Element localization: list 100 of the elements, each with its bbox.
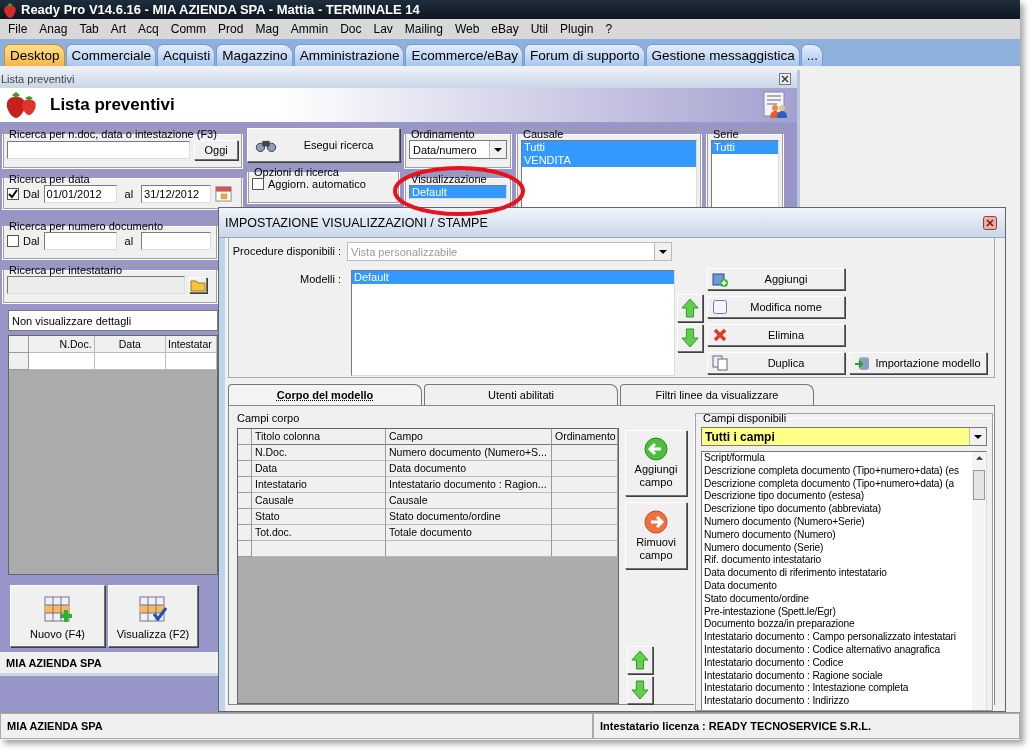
page-title: Lista preventivi [50, 95, 176, 115]
status-company: MIA AZIENDA SPA [0, 713, 593, 739]
menu-item[interactable]: Art [104, 22, 133, 36]
caret-icon [494, 147, 502, 152]
menu-item[interactable]: Prod [212, 22, 250, 36]
list-item[interactable]: Rif. documento intestatario [704, 554, 972, 568]
move-down-button[interactable] [677, 324, 703, 352]
checkbox[interactable] [252, 178, 264, 190]
module-tab[interactable]: Ecommerce/eBay [405, 44, 523, 66]
group-label: Ricerca per intestatario [8, 264, 124, 276]
list-item[interactable]: Descrizione tipo documento (estesa) [704, 490, 972, 504]
duplicate-button[interactable]: Duplica [707, 352, 845, 374]
menu-item[interactable]: Mailing [398, 22, 449, 36]
list-item[interactable]: Intestatario documento : Ragione sociale [704, 669, 972, 683]
section-label: Campi corpo [237, 412, 301, 424]
group-label: Opzioni di ricerca [253, 166, 340, 178]
dialog-tab[interactable]: Utenti abilitati [424, 384, 618, 405]
close-icon[interactable] [983, 215, 997, 230]
module-tab[interactable]: ... [800, 44, 824, 66]
module-tab[interactable]: Commerciale [65, 44, 157, 66]
menu-item[interactable]: ? [599, 22, 619, 36]
browse-button[interactable] [189, 277, 207, 293]
list-item[interactable]: Data documento di riferimento intestatario [704, 567, 972, 580]
module-tab[interactable]: Acquisti [157, 44, 216, 66]
module-tab[interactable]: Gestione messaggistica [645, 44, 800, 66]
calendar-icon[interactable] [215, 185, 233, 203]
menu-item[interactable]: Comm [164, 22, 213, 36]
menu-item[interactable]: eBay [485, 22, 525, 36]
close-icon[interactable] [779, 73, 791, 85]
new-button[interactable]: Nuovo (F4) [10, 585, 105, 647]
procedure-label: Procedure disponibili : [231, 244, 342, 259]
add-button[interactable]: Aggiungi [707, 268, 845, 290]
menu-item[interactable]: Tab [73, 22, 105, 36]
menu-item[interactable]: Acq [132, 22, 165, 36]
module-tab[interactable]: Desktop [4, 44, 65, 66]
list-item[interactable]: Descrizione completa documento (Tipo+numero+data) (a [704, 477, 972, 491]
from-label: Dal [23, 235, 40, 247]
list-item[interactable]: Descrizione tipo documento (abbreviata) [704, 503, 972, 516]
list-item[interactable]: Numero documento (Serie) [704, 541, 972, 555]
checkbox-label: Aggiorn. automatico [268, 178, 366, 190]
list-item[interactable]: Numero documento (Numero) [704, 528, 972, 542]
to-number-field[interactable] [141, 232, 212, 250]
view-button[interactable]: Visualizza (F2) [108, 585, 198, 647]
dialog-tab[interactable]: Corpo del modello [228, 384, 422, 405]
menu-item[interactable]: Lav [367, 22, 399, 36]
module-tab[interactable]: Amministrazione [293, 44, 405, 66]
scrollbar[interactable] [972, 452, 986, 711]
folder-icon [190, 278, 206, 292]
binoculars-icon [254, 138, 278, 152]
search-field[interactable] [7, 141, 191, 159]
table-cell [166, 353, 217, 370]
list-item[interactable]: Pre-intestazione (Spett.le/Egr) [704, 605, 972, 619]
menu-item[interactable]: Web [448, 22, 486, 36]
menu-item[interactable]: Mag [249, 22, 285, 36]
list-item[interactable]: Intestatario documento : Codice [704, 656, 972, 670]
list-item[interactable]: Documento bozza/in preparazione [704, 618, 972, 632]
search-button[interactable]: Esegui ricerca [247, 128, 400, 162]
dialog-tab[interactable]: Filtri linee da visualizzare [620, 384, 814, 405]
checkbox[interactable] [7, 187, 19, 200]
move-up-button[interactable] [627, 646, 653, 675]
list-item[interactable]: Descrizione completa documento (Tipo+numero+data) (es [704, 464, 972, 478]
checkbox[interactable] [7, 235, 19, 247]
row-header [9, 353, 29, 370]
cylinder-arrow-icon [854, 355, 870, 371]
window-caption: Lista preventivi [1, 73, 75, 85]
menu-item[interactable]: Anag [33, 22, 74, 36]
group-label: Visualizzazione [410, 172, 488, 185]
list-item[interactable]: Data documento [704, 579, 972, 593]
list-item[interactable]: Stato documento/ordine [704, 592, 972, 606]
import-button[interactable]: Importazione modello [849, 352, 987, 374]
menu-item[interactable]: File [2, 22, 34, 36]
remove-field-button[interactable]: Rimuovi campo [625, 502, 687, 569]
delete-button[interactable]: Elimina [707, 324, 845, 346]
move-up-button[interactable] [677, 294, 703, 322]
filter-dropdown[interactable]: Tutti i campi [701, 427, 987, 446]
report-people-icon[interactable] [763, 91, 789, 119]
today-button[interactable]: Oggi [194, 140, 238, 160]
grid-check-icon [139, 596, 167, 624]
menu-item[interactable]: Doc [334, 22, 368, 36]
list-item[interactable]: Intestatario documento : Campo personalizzato intestatari [704, 631, 972, 644]
module-tab[interactable]: Magazzino [216, 44, 293, 66]
up-arrow-icon [631, 650, 649, 671]
list-item[interactable]: Intestatario documento : Codice alternativo anagrafica [704, 643, 972, 657]
menu-item[interactable]: Util [524, 22, 555, 36]
sorting-dropdown[interactable]: Data/numero [409, 140, 507, 159]
rename-button[interactable]: Modifica nome [707, 296, 845, 318]
detail-dropdown[interactable]: Non visualizzare dettagli [8, 310, 218, 331]
list-item[interactable]: Script/formula [704, 452, 972, 465]
list-item[interactable]: Intestatario documento : Indirizzo [704, 695, 972, 708]
menu-item[interactable]: Ammin [284, 22, 335, 36]
from-date-field[interactable]: 01/01/2012 [43, 184, 117, 203]
module-tab[interactable]: Forum di supporto [523, 44, 645, 66]
from-number-field[interactable] [43, 232, 117, 250]
list-item[interactable]: Intestatario documento : Intestazione completa [704, 682, 972, 696]
add-field-button[interactable]: Aggiungi campo [625, 430, 687, 497]
to-date-field[interactable]: 31/12/2012 [141, 184, 212, 203]
scrollbar-thumb[interactable] [973, 470, 985, 500]
list-item[interactable]: Numero documento (Numero+Serie) [704, 516, 972, 529]
move-down-button[interactable] [627, 676, 653, 704]
menu-item[interactable]: Plugin [554, 22, 600, 36]
